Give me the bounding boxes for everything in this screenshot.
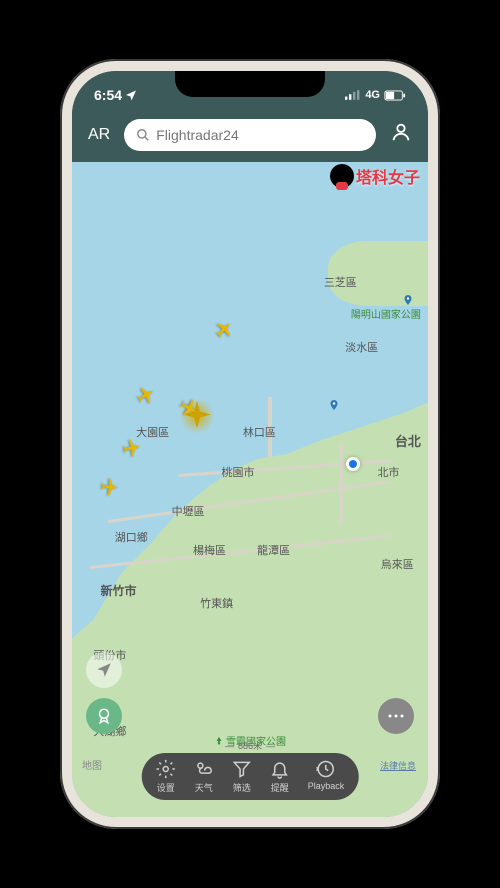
location-arrow-icon (125, 89, 137, 101)
aircraft-icon[interactable] (120, 436, 143, 459)
playback-button[interactable]: Playback (308, 759, 345, 794)
network-label: 4G (365, 89, 380, 101)
funnel-icon (232, 759, 252, 779)
aircraft-icon[interactable] (100, 476, 122, 498)
map-label: 大園區 (136, 424, 169, 440)
weather-button[interactable]: 天气 (194, 759, 214, 794)
alerts-button[interactable]: 提醒 (270, 759, 290, 794)
compass-icon (95, 661, 113, 679)
status-time: 6:54 (94, 87, 122, 103)
search-bar[interactable] (124, 119, 376, 151)
user-icon (390, 121, 412, 143)
map-label: 龍潭區 (257, 542, 290, 558)
watermark-avatar-icon (330, 164, 354, 188)
bottom-toolbar: 设置 天气 筛选 提醒 Playback (142, 753, 359, 800)
search-icon (136, 128, 150, 142)
map-label-city: 台北 (395, 431, 421, 450)
watermark: 塔科女子 (330, 164, 420, 188)
map-label: 中壢區 (172, 503, 205, 519)
weather-icon (194, 759, 214, 779)
app-header: AR (72, 111, 428, 162)
map-label: 林口區 (243, 424, 276, 440)
filter-label: 筛选 (233, 781, 251, 794)
map-label: 桃園市 (222, 464, 255, 480)
phone-frame: 6:54 4G AR (60, 59, 440, 829)
ar-button[interactable]: AR (84, 122, 114, 148)
search-input[interactable] (156, 127, 364, 143)
tree-icon (214, 736, 224, 746)
map-label: 湖口鄉 (115, 529, 148, 545)
legal-link[interactable]: 法律信息 (380, 759, 416, 772)
map-label-city: 新竹市 (100, 582, 136, 599)
alerts-label: 提醒 (271, 781, 289, 794)
ribbon-icon (95, 707, 113, 725)
ellipsis-icon (387, 713, 405, 719)
achievement-button[interactable] (86, 698, 122, 734)
map-pin-icon[interactable] (402, 293, 414, 305)
clock-icon (316, 759, 336, 779)
compass-button[interactable] (86, 652, 122, 688)
map-attribution: 地图 (82, 757, 102, 772)
filter-button[interactable]: 筛选 (232, 759, 252, 794)
bell-icon (270, 759, 290, 779)
more-button[interactable] (378, 698, 414, 734)
map-area[interactable]: 塔科女子 三芝區 陽明山國家公園 淡水區 大園區 林口區 桃園市 台北 北市 中… (72, 162, 428, 817)
watermark-text: 塔科女子 (356, 164, 420, 188)
map-pin-icon[interactable] (328, 398, 340, 410)
map-scale: —886米— (225, 739, 275, 752)
phone-screen: 6:54 4G AR (72, 71, 428, 817)
profile-button[interactable] (386, 117, 416, 152)
notch (175, 71, 325, 97)
map-background (72, 162, 428, 817)
map-label-park: 陽明山國家公園 (351, 306, 421, 321)
settings-button[interactable]: 设置 (156, 759, 176, 794)
map-label: 三芝區 (324, 274, 357, 290)
battery-icon (384, 90, 406, 101)
signal-icon (345, 90, 361, 100)
weather-label: 天气 (195, 781, 213, 794)
map-label: 楊梅區 (193, 542, 226, 558)
map-label: 北市 (378, 464, 400, 480)
map-label: 竹東鎮 (200, 595, 233, 611)
map-label: 淡水區 (345, 339, 378, 355)
playback-label: Playback (308, 781, 345, 791)
gear-icon (156, 759, 176, 779)
map-label: 烏來區 (381, 556, 414, 572)
settings-label: 设置 (157, 781, 175, 794)
